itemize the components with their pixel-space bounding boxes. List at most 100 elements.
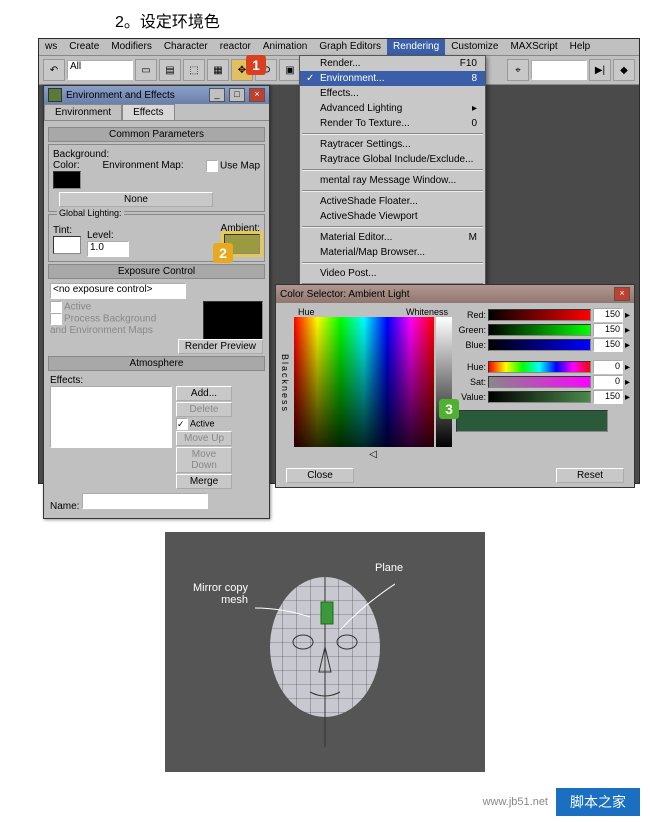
mi-raytracer-settings[interactable]: Raytracer Settings... xyxy=(300,137,485,152)
name-input[interactable] xyxy=(82,493,208,509)
mi-activeshade-floater[interactable]: ActiveShade Floater... xyxy=(300,194,485,209)
result-swatch xyxy=(456,410,608,432)
effects-list-label: Effects: xyxy=(50,375,83,386)
environment-window: Environment and Effects _ □ × Environmen… xyxy=(43,85,270,519)
menu-character[interactable]: Character xyxy=(158,39,214,55)
mirror-label: Mirror copy mesh xyxy=(193,582,248,606)
mi-mentalray-msg[interactable]: mental ray Message Window... xyxy=(300,173,485,188)
mi-activeshade-viewport[interactable]: ActiveShade Viewport xyxy=(300,209,485,224)
menu-ws[interactable]: ws xyxy=(39,39,63,55)
section-2-heading: 2。设定环境色 xyxy=(0,0,650,38)
ref-coord[interactable] xyxy=(531,60,587,80)
scale-icon[interactable]: ▣ xyxy=(279,59,301,81)
rollout-common[interactable]: Common Parameters xyxy=(48,127,265,142)
fx-active-checkbox[interactable]: ✓ xyxy=(176,418,188,430)
selection-filter[interactable]: All xyxy=(67,60,133,80)
rollout-atmosphere[interactable]: Atmosphere xyxy=(48,356,265,371)
mi-raytrace-global[interactable]: Raytrace Global Include/Exclude... xyxy=(300,152,485,167)
background-label: Background: xyxy=(53,149,109,160)
hue-field[interactable] xyxy=(294,317,434,447)
level-input[interactable]: 1.0 xyxy=(87,241,129,257)
cs-reset-btn[interactable]: Reset xyxy=(556,468,624,483)
hue-value[interactable]: 0 xyxy=(593,360,623,374)
menu-customize[interactable]: Customize xyxy=(445,39,504,55)
3dsmax-window: ws Create Modifiers Character reactor An… xyxy=(38,38,640,484)
delete-button: Delete xyxy=(176,402,232,417)
select-name-icon[interactable]: ▤ xyxy=(159,59,181,81)
render-preview-button[interactable]: Render Preview xyxy=(178,339,263,354)
callout-2: 2 xyxy=(213,243,233,263)
blue-value[interactable]: 150 xyxy=(593,338,623,352)
page-footer: www.jb51.net 脚本之家 xyxy=(0,782,650,822)
blue-slider[interactable] xyxy=(488,339,591,351)
sat-value[interactable]: 0 xyxy=(593,375,623,389)
mi-material-editor[interactable]: Material Editor...M xyxy=(300,230,485,245)
green-value[interactable]: 150 xyxy=(593,323,623,337)
red-slider[interactable] xyxy=(488,309,591,321)
menu-graph-editors[interactable]: Graph Editors xyxy=(313,39,387,55)
align-icon[interactable]: ◆ xyxy=(613,59,635,81)
mi-render-to-texture[interactable]: Render To Texture...0 xyxy=(300,116,485,131)
hue-slider[interactable] xyxy=(488,361,591,373)
cs-close-btn[interactable]: Close xyxy=(286,468,354,483)
maximize-button[interactable]: □ xyxy=(229,88,245,102)
menu-modifiers[interactable]: Modifiers xyxy=(105,39,158,55)
menu-create[interactable]: Create xyxy=(63,39,105,55)
value-slider[interactable] xyxy=(488,391,591,403)
cs-close-button[interactable]: × xyxy=(614,287,630,301)
tab-environment[interactable]: Environment xyxy=(44,104,122,120)
mirror-icon[interactable]: ▶| xyxy=(589,59,611,81)
name-label: Name: xyxy=(50,501,79,512)
close-button[interactable]: × xyxy=(249,88,265,102)
movedown-button: Move Down xyxy=(176,447,232,473)
window-crossing-icon[interactable]: ▦ xyxy=(207,59,229,81)
menu-rendering[interactable]: Rendering xyxy=(387,39,445,55)
mi-video-post[interactable]: Video Post... xyxy=(300,266,485,281)
mi-effects[interactable]: Effects... xyxy=(300,86,485,101)
add-button[interactable]: Add... xyxy=(176,386,232,401)
usemap-checkbox[interactable] xyxy=(206,160,218,172)
minimize-button[interactable]: _ xyxy=(209,88,225,102)
menu-maxscript[interactable]: MAXScript xyxy=(504,39,563,55)
mi-environment[interactable]: Environment...8 xyxy=(300,71,485,86)
envmap-button[interactable]: None xyxy=(59,192,213,207)
red-value[interactable]: 150 xyxy=(593,308,623,322)
exposure-preview xyxy=(203,301,263,341)
mi-advanced-lighting[interactable]: Advanced Lighting▸ xyxy=(300,101,485,116)
procbg-label: Process Background and Environment Maps xyxy=(50,314,156,336)
menu-reactor[interactable]: reactor xyxy=(214,39,257,55)
moveup-button: Move Up xyxy=(176,431,232,446)
global-lighting-label: Global Lighting: xyxy=(57,208,124,218)
menu-help[interactable]: Help xyxy=(564,39,597,55)
select-region-icon[interactable]: ⬚ xyxy=(183,59,205,81)
callout-3: 3 xyxy=(439,399,459,419)
cs-title: Color Selector: Ambient Light xyxy=(280,289,610,300)
exposure-dropdown[interactable]: <no exposure control> xyxy=(50,283,186,299)
whiteness-bar[interactable] xyxy=(436,317,452,447)
select-icon[interactable]: ▭ xyxy=(135,59,157,81)
tint-label: Tint: xyxy=(53,225,72,236)
usemap-label: Use Map xyxy=(220,161,260,172)
mi-material-browser[interactable]: Material/Map Browser... xyxy=(300,245,485,260)
menubar: ws Create Modifiers Character reactor An… xyxy=(39,39,639,56)
level-label: Level: xyxy=(87,230,114,241)
sat-slider[interactable] xyxy=(488,376,591,388)
whiteness-label: Whiteness xyxy=(406,307,448,317)
envmap-label: Environment Map: xyxy=(102,160,183,171)
effects-list[interactable] xyxy=(50,386,172,448)
tint-swatch[interactable] xyxy=(53,236,81,254)
snap-icon[interactable]: ⌖ xyxy=(507,59,529,81)
active-checkbox xyxy=(50,301,62,313)
undo-icon[interactable]: ↶ xyxy=(43,59,65,81)
bg-color-swatch[interactable] xyxy=(53,171,81,189)
hue-label: Hue xyxy=(298,307,315,317)
tab-effects[interactable]: Effects xyxy=(122,104,174,120)
env-app-icon xyxy=(48,88,62,102)
merge-button[interactable]: Merge xyxy=(176,474,232,489)
active-label: Active xyxy=(64,302,91,313)
rollout-exposure[interactable]: Exposure Control xyxy=(48,264,265,279)
green-slider[interactable] xyxy=(488,324,591,336)
menu-animation[interactable]: Animation xyxy=(257,39,313,55)
mi-render[interactable]: Render...F10 xyxy=(300,56,485,71)
value-value[interactable]: 150 xyxy=(593,390,623,404)
